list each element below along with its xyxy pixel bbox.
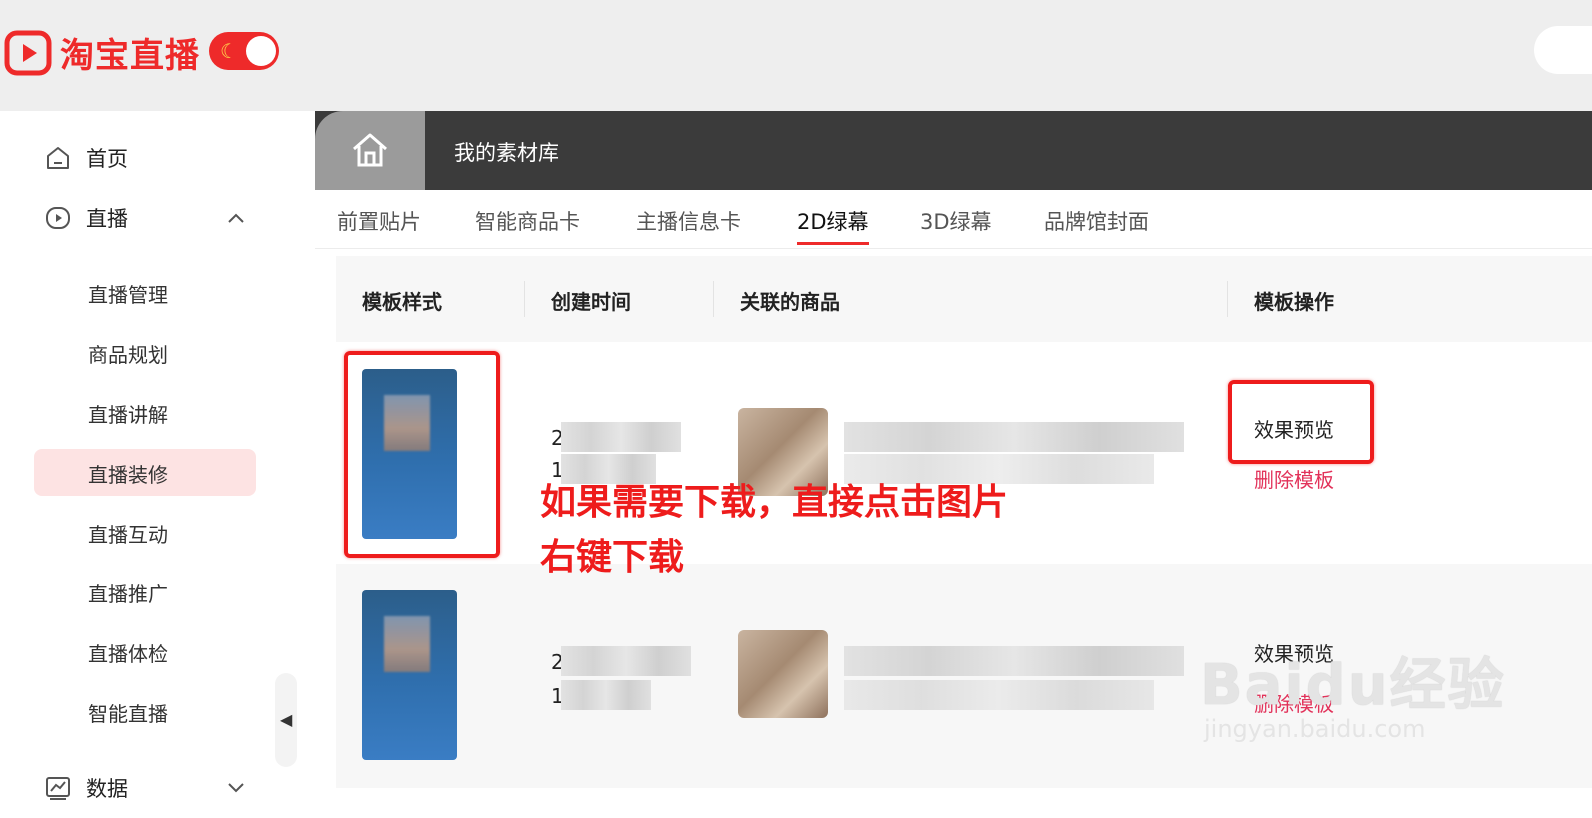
watermark-main: Baidu经验 <box>1200 653 1506 718</box>
column-divider <box>713 281 714 317</box>
product-image[interactable] <box>738 630 828 718</box>
theme-toggle[interactable]: ☾ <box>209 32 279 70</box>
play-logo-icon <box>4 30 52 75</box>
tab-anchor-info-card[interactable]: 主播信息卡 <box>636 206 741 236</box>
home-icon <box>353 133 387 167</box>
tab-material-library[interactable]: 我的素材库 <box>454 137 559 167</box>
moon-icon: ☾ <box>220 39 238 63</box>
annotation-line2: 右键下载 <box>540 537 685 578</box>
play-icon <box>46 207 70 229</box>
sidebar-item-data[interactable]: 数据 <box>44 773 128 803</box>
page-tab-bar: 我的素材库 <box>315 111 1592 190</box>
tab-brand-hall-cover[interactable]: 品牌馆封面 <box>1044 206 1149 236</box>
blurred-figure <box>384 616 430 672</box>
caret-left-icon: ◀ <box>280 710 293 729</box>
column-header-created: 创建时间 <box>551 290 631 314</box>
blurred-time <box>561 646 691 676</box>
sidebar-item-live-explain[interactable]: 直播讲解 <box>88 399 168 428</box>
active-tab-indicator <box>797 242 869 245</box>
column-header-actions: 模板操作 <box>1254 290 1334 314</box>
blurred-product-title <box>844 680 1154 710</box>
template-thumbnail[interactable] <box>362 590 457 760</box>
material-category-tabs: 前置贴片 智能商品卡 主播信息卡 2D绿幕 3D绿幕 品牌馆封面 <box>315 190 1592 249</box>
sidebar-item-live-check[interactable]: 直播体检 <box>88 638 168 667</box>
sidebar-item-live-interact[interactable]: 直播互动 <box>88 519 168 548</box>
sidebar-item-label: 直播 <box>86 207 128 231</box>
tab-smart-product-card[interactable]: 智能商品卡 <box>475 206 580 236</box>
brand-name: 淘宝直播 <box>60 36 200 76</box>
chevron-down-icon[interactable] <box>226 781 246 795</box>
table-header: 模板样式 创建时间 关联的商品 模板操作 <box>336 256 1592 342</box>
sidebar-item-live-promote[interactable]: 直播推广 <box>88 578 168 607</box>
column-divider <box>1227 281 1228 317</box>
user-menu[interactable] <box>1534 26 1592 74</box>
sidebar-item-label: 首页 <box>86 147 128 171</box>
brand-logo[interactable]: 淘宝直播 <box>4 28 200 77</box>
blurred-time <box>561 422 681 452</box>
sidebar-item-live-manage[interactable]: 直播管理 <box>88 279 168 308</box>
column-header-template: 模板样式 <box>362 290 442 314</box>
sidebar-collapse-button[interactable]: ◀ <box>275 673 297 767</box>
home-tab[interactable] <box>315 111 425 190</box>
sidebar-item-smart-live[interactable]: 智能直播 <box>88 698 168 727</box>
sidebar: 首页 直播 直播管理 商品规划 直播讲解 直播装修 直播互动 直播推广 直播体检… <box>0 111 300 818</box>
tab-pre-sticker[interactable]: 前置贴片 <box>337 206 421 236</box>
watermark: Baidu经验 jingyan.baidu.com <box>1200 640 1506 743</box>
sidebar-item-live-decor[interactable]: 直播装修 <box>88 459 168 488</box>
blurred-product-title <box>844 422 1184 452</box>
highlight-box-thumbnail <box>344 351 500 558</box>
chart-icon <box>46 777 70 800</box>
blurred-time <box>561 680 651 710</box>
highlight-box-preview <box>1228 380 1374 464</box>
chevron-up-icon[interactable] <box>226 211 246 225</box>
sidebar-item-product-plan[interactable]: 商品规划 <box>88 339 168 368</box>
column-divider <box>524 281 525 317</box>
annotation-line1: 如果需要下载，直接点击图片 <box>540 482 1009 523</box>
tab-2d-green-screen[interactable]: 2D绿幕 <box>797 206 869 236</box>
top-bar: 淘宝直播 ☾ <box>0 0 1592 111</box>
table-row: 2 1 效果预览 删除模板 <box>336 342 1592 565</box>
blurred-product-title <box>844 646 1184 676</box>
tab-3d-green-screen[interactable]: 3D绿幕 <box>920 206 992 236</box>
delete-template-link[interactable]: 删除模板 <box>1254 464 1334 493</box>
sidebar-item-live[interactable]: 直播 <box>44 203 128 233</box>
home-icon <box>47 147 69 169</box>
toggle-knob <box>246 36 276 66</box>
column-header-product: 关联的商品 <box>740 290 840 314</box>
sidebar-item-label: 数据 <box>86 777 128 801</box>
sidebar-item-home[interactable]: 首页 <box>44 143 128 173</box>
